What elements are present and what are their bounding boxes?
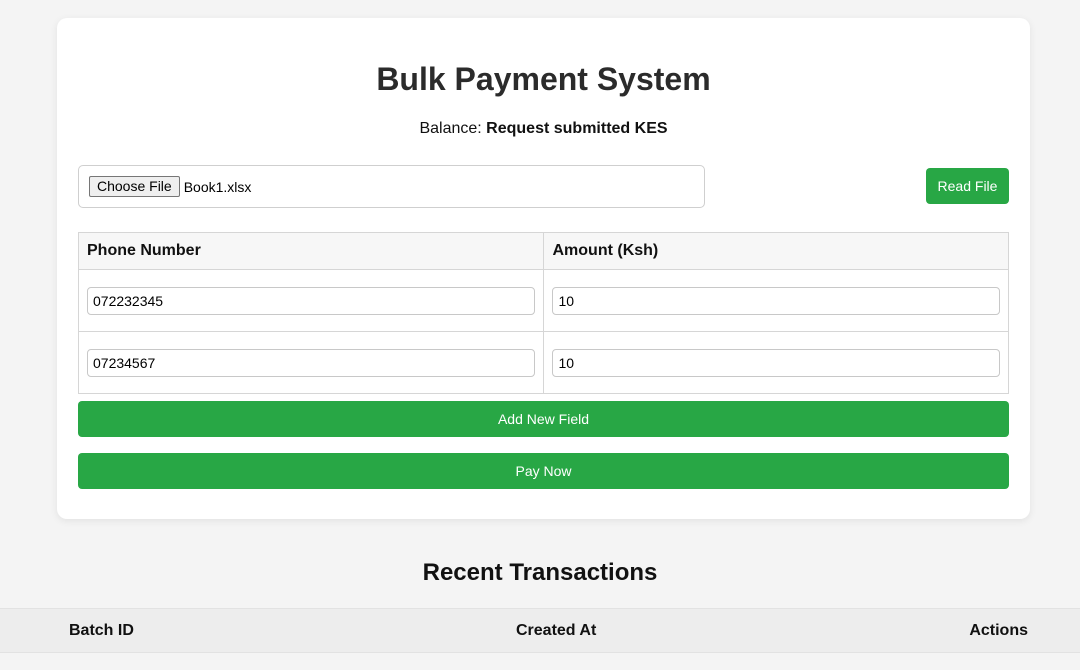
page-title: Bulk Payment System <box>376 61 711 97</box>
read-file-button[interactable]: Read File <box>926 168 1009 204</box>
column-header-created-at: Created At <box>516 622 597 639</box>
amount-cell <box>543 269 1009 332</box>
phone-cell <box>77 269 545 332</box>
amount-input[interactable] <box>552 286 1000 315</box>
payment-entries-table: Phone Number Amount (Ksh) <box>77 232 1009 394</box>
recent-transactions-title: Recent Transactions <box>422 559 658 586</box>
balance-value: Request submitted KES <box>486 120 668 137</box>
selected-file-name: Book1.xlsx <box>183 178 252 195</box>
pay-now-button[interactable]: Pay Now <box>78 453 1009 489</box>
balance-line: Balance: Request submitted KES <box>57 120 1030 138</box>
column-header-phone: Phone Number <box>77 232 545 270</box>
column-header-amount: Amount (Ksh) <box>543 232 1009 270</box>
column-header-batch-id: Batch ID <box>69 622 134 639</box>
payment-card: Bulk Payment System Balance: Request sub… <box>57 18 1030 519</box>
table-header-row: Phone Number Amount (Ksh) <box>77 232 1009 270</box>
table-row <box>77 269 1009 332</box>
add-new-field-button[interactable]: Add New Field <box>78 401 1009 437</box>
balance-label: Balance: <box>419 120 482 137</box>
file-input[interactable]: Choose File Book1.xlsx <box>78 165 705 208</box>
phone-cell <box>77 331 545 394</box>
table-row <box>77 331 1009 394</box>
amount-input[interactable] <box>552 348 1000 377</box>
column-header-actions: Actions <box>969 622 1028 639</box>
transactions-table-header: Batch ID Created At Actions <box>0 608 1080 653</box>
amount-cell <box>543 331 1009 394</box>
phone-number-input[interactable] <box>87 348 536 377</box>
choose-file-button[interactable]: Choose File <box>89 176 180 197</box>
phone-number-input[interactable] <box>87 286 536 315</box>
